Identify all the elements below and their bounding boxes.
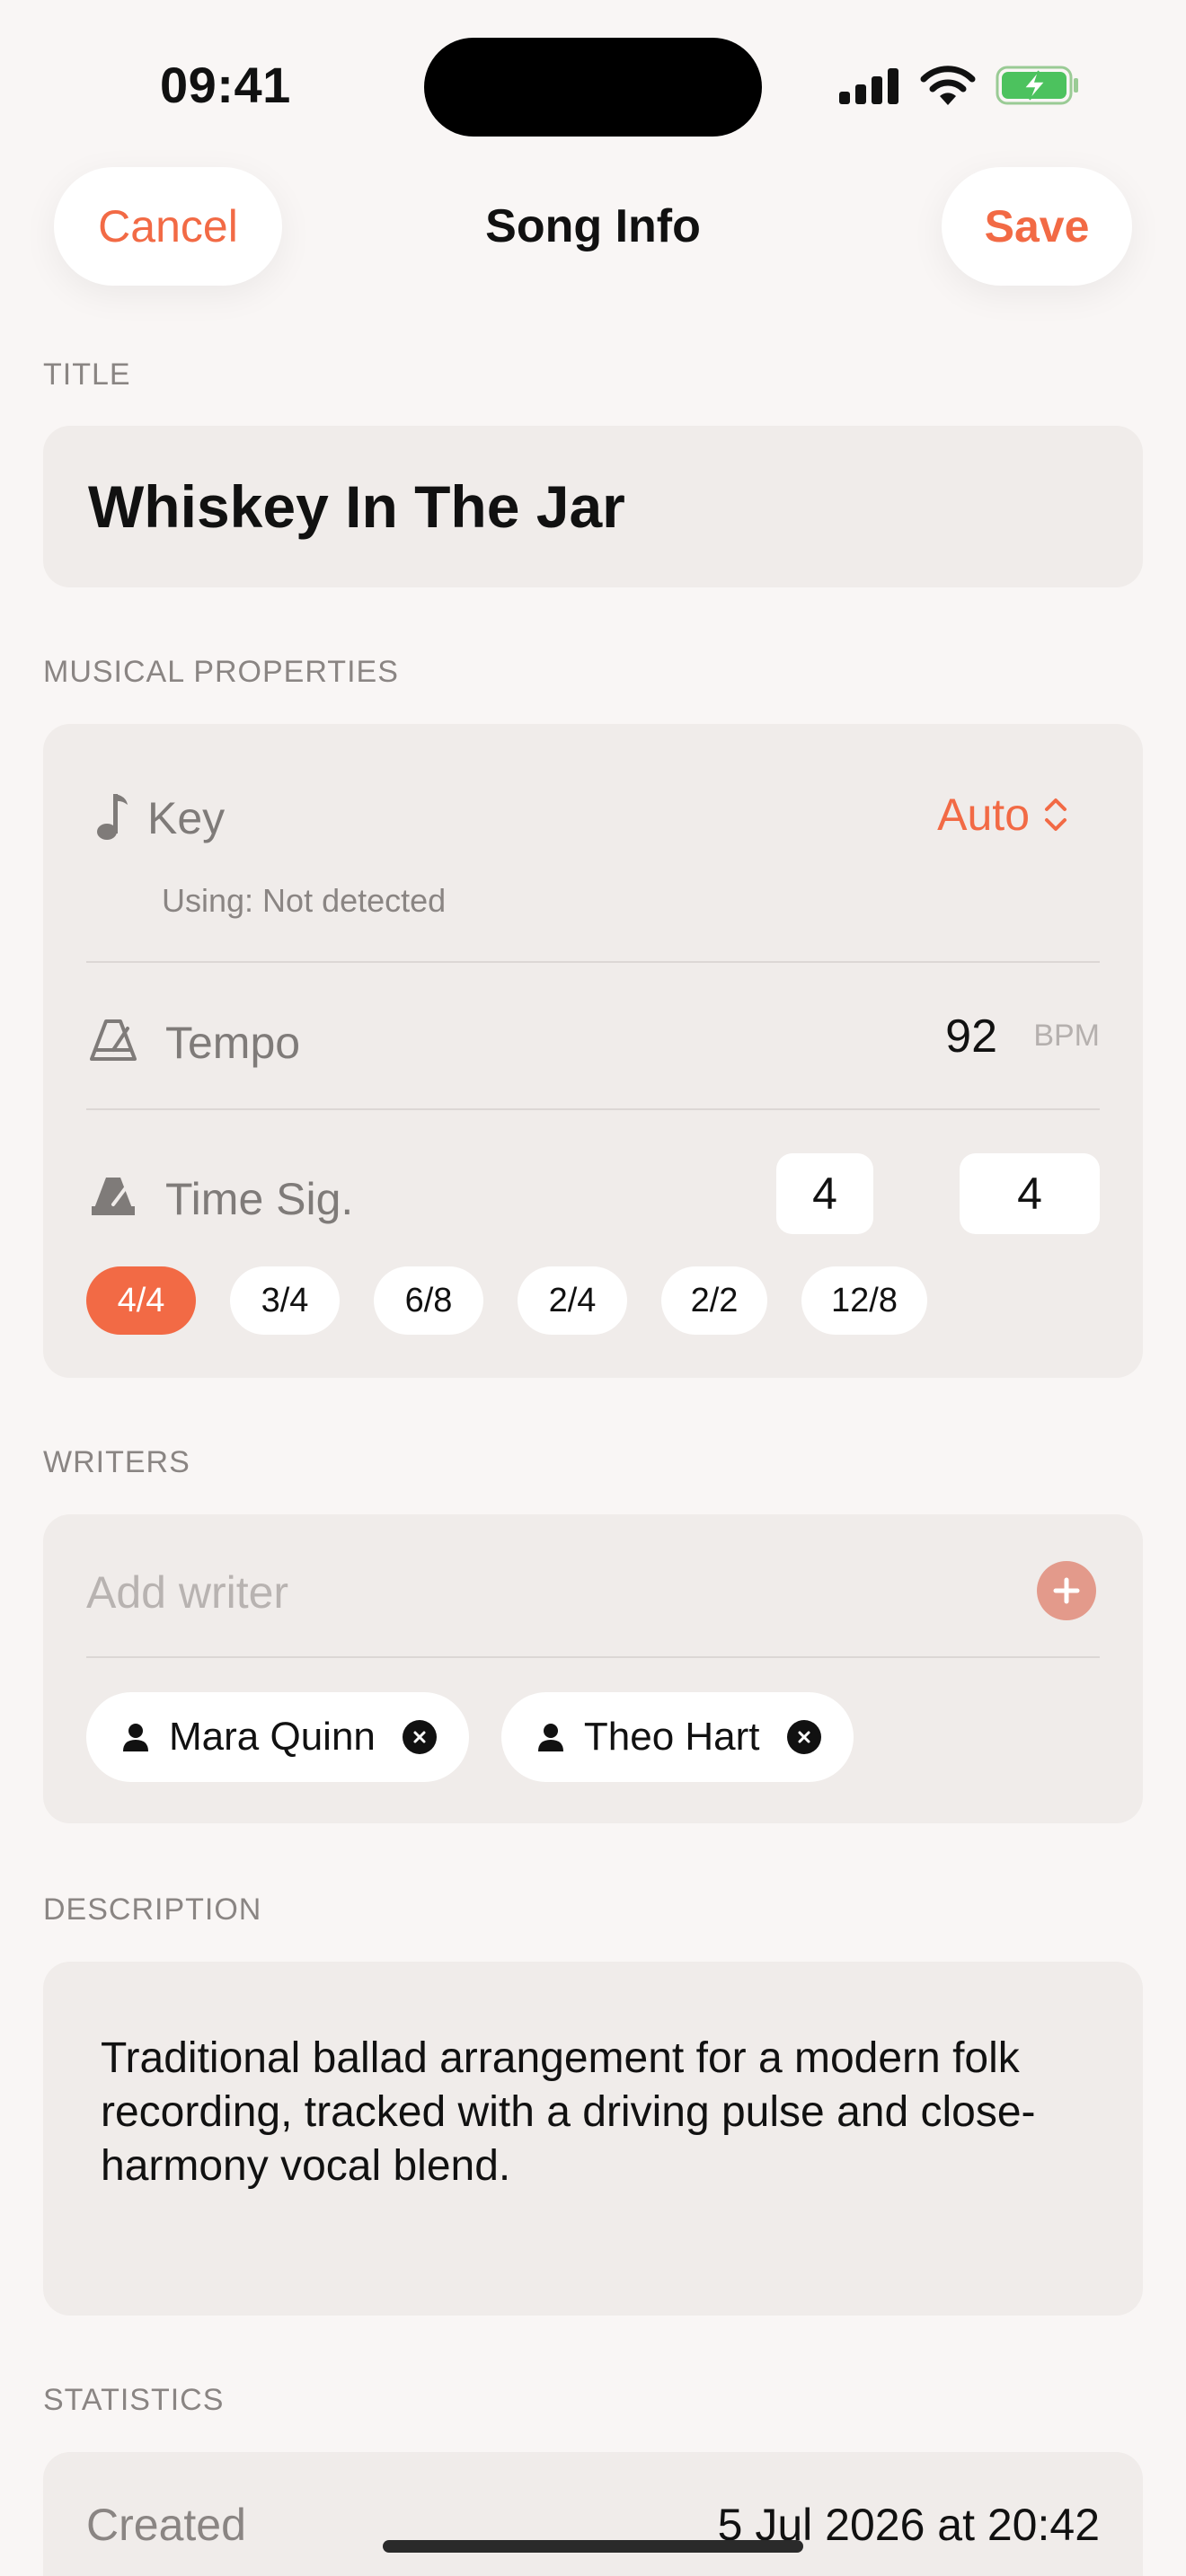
time-signature-presets: 4/4 3/4 6/8 2/4 2/2 12/8	[86, 1266, 927, 1335]
title-field[interactable]: Whiskey In The Jar	[43, 426, 1143, 587]
time-signature-denominator-input[interactable]: 4	[960, 1153, 1100, 1234]
key-value: Auto	[937, 790, 1030, 840]
divider	[86, 961, 1100, 963]
writer-chips: Mara Quinn Theo Hart	[86, 1692, 854, 1782]
preset-2-4[interactable]: 2/4	[518, 1266, 627, 1335]
writers-section-label: WRITERS	[43, 1445, 190, 1479]
remove-writer-button[interactable]	[402, 1720, 437, 1754]
time-signature-label: Time Sig.	[165, 1174, 354, 1224]
chevron-updown-icon	[1045, 798, 1067, 831]
key-detection-status: Using: Not detected	[162, 882, 447, 919]
add-writer-input[interactable]: Add writer	[86, 1566, 288, 1619]
metronome-filled-icon	[86, 1169, 140, 1223]
save-button[interactable]: Save	[942, 167, 1132, 286]
dynamic-island	[424, 38, 762, 137]
wifi-icon	[920, 66, 976, 105]
writer-chip: Mara Quinn	[86, 1692, 469, 1782]
preset-4-4[interactable]: 4/4	[86, 1266, 196, 1335]
statistics-card: Created 5 Jul 2026 at 20:42	[43, 2452, 1143, 2576]
status-icons	[839, 63, 1080, 108]
writer-name: Mara Quinn	[169, 1715, 376, 1759]
title-input[interactable]: Whiskey In The Jar	[88, 472, 625, 541]
statistics-section-label: STATISTICS	[43, 2383, 225, 2417]
remove-writer-button[interactable]	[786, 1720, 821, 1754]
song-info-screen: 09:41 Cancel Song Info Save TITLE Whiske…	[0, 0, 1186, 2576]
divider	[86, 1656, 1100, 1658]
person-icon	[123, 1724, 148, 1751]
music-note-icon	[86, 789, 140, 842]
writers-card: Add writer Mara Quinn Theo Hart	[43, 1514, 1143, 1823]
musical-properties-card: Key Auto Using: Not detected Tempo 92 BP…	[43, 724, 1143, 1378]
title-section-label: TITLE	[43, 357, 131, 392]
close-icon	[413, 1731, 426, 1743]
key-label: Key	[147, 793, 226, 843]
created-label: Created	[86, 2500, 246, 2550]
description-textarea[interactable]: Traditional ballad arrangement for a mod…	[43, 1962, 1143, 2316]
battery-charging-icon	[996, 66, 1078, 105]
preset-2-2[interactable]: 2/2	[661, 1266, 767, 1335]
status-time: 09:41	[160, 57, 291, 113]
preset-6-8[interactable]: 6/8	[374, 1266, 483, 1335]
musical-properties-section-label: MUSICAL PROPERTIES	[43, 655, 399, 689]
signal-icon	[839, 68, 898, 104]
preset-3-4[interactable]: 3/4	[230, 1266, 340, 1335]
person-icon	[537, 1724, 563, 1751]
time-signature-numerator-input[interactable]: 4	[776, 1153, 873, 1234]
close-icon	[798, 1731, 810, 1743]
preset-12-8[interactable]: 12/8	[801, 1266, 927, 1335]
tempo-input[interactable]: 92	[945, 1010, 997, 1063]
writer-chip: Theo Hart	[500, 1692, 854, 1782]
key-selector[interactable]: Auto	[937, 789, 1069, 841]
metronome-icon	[86, 1013, 140, 1067]
add-writer-button[interactable]	[1037, 1561, 1096, 1620]
home-indicator[interactable]	[383, 2540, 803, 2553]
description-section-label: DESCRIPTION	[43, 1892, 262, 1927]
divider	[86, 1108, 1100, 1110]
writer-name: Theo Hart	[583, 1715, 760, 1759]
tempo-unit: BPM	[1033, 1019, 1100, 1053]
tempo-label: Tempo	[165, 1018, 301, 1068]
plus-icon	[1053, 1577, 1080, 1604]
